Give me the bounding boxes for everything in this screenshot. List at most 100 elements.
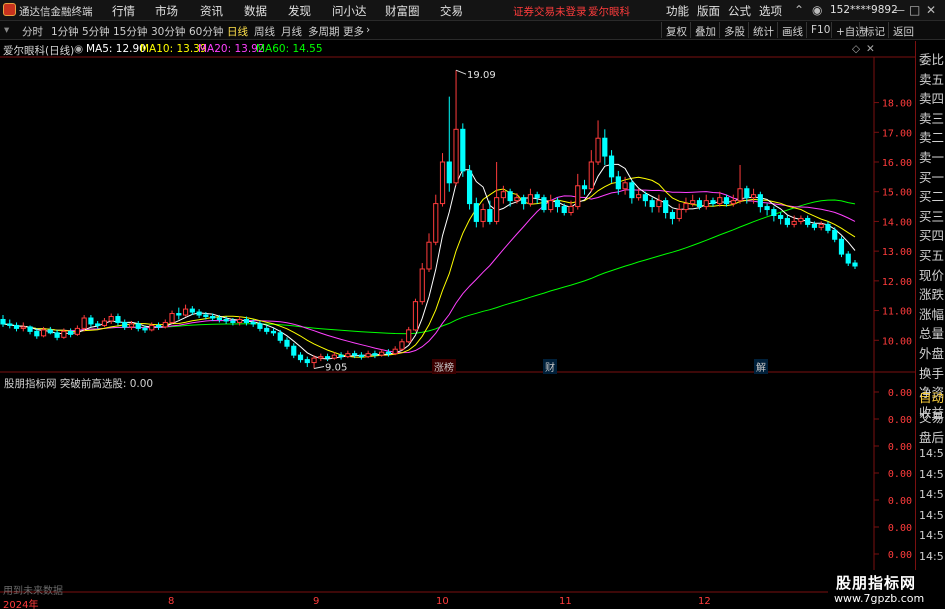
candle[interactable] bbox=[182, 304, 189, 317]
candle[interactable] bbox=[778, 212, 784, 225]
candle[interactable] bbox=[108, 313, 114, 324]
candle[interactable] bbox=[406, 326, 412, 344]
candle[interactable] bbox=[466, 164, 473, 210]
candle[interactable] bbox=[95, 320, 101, 329]
candle[interactable] bbox=[500, 185, 506, 204]
candle[interactable] bbox=[832, 227, 838, 243]
candle[interactable] bbox=[419, 263, 425, 305]
candle[interactable] bbox=[324, 353, 331, 362]
candle[interactable] bbox=[494, 162, 500, 225]
event-marker-jie[interactable]: 解 bbox=[754, 359, 768, 374]
candle[interactable] bbox=[135, 320, 141, 332]
candle[interactable] bbox=[162, 319, 168, 329]
candle[interactable] bbox=[7, 319, 13, 329]
candle[interactable] bbox=[757, 191, 763, 213]
candle[interactable] bbox=[825, 221, 831, 234]
candle[interactable] bbox=[392, 346, 398, 356]
candle[interactable] bbox=[68, 328, 74, 338]
candle[interactable] bbox=[460, 123, 466, 177]
candle[interactable] bbox=[473, 197, 479, 228]
candle[interactable] bbox=[176, 307, 182, 320]
candle[interactable] bbox=[845, 251, 851, 266]
candle[interactable] bbox=[412, 298, 419, 332]
candle[interactable] bbox=[703, 194, 709, 210]
candle[interactable] bbox=[13, 322, 20, 332]
candle[interactable] bbox=[88, 315, 94, 327]
candle[interactable] bbox=[453, 70, 459, 186]
candle[interactable] bbox=[602, 129, 608, 165]
candle[interactable] bbox=[710, 197, 716, 207]
candle[interactable] bbox=[155, 322, 162, 330]
candle[interactable] bbox=[798, 215, 804, 225]
candle[interactable] bbox=[737, 164, 743, 204]
candle[interactable] bbox=[575, 173, 581, 210]
candle[interactable] bbox=[487, 200, 493, 225]
candle[interactable] bbox=[764, 203, 770, 216]
candle[interactable] bbox=[101, 318, 108, 327]
candle[interactable] bbox=[439, 153, 446, 207]
candle[interactable] bbox=[433, 194, 439, 246]
candle[interactable] bbox=[358, 352, 364, 360]
quote-field-label[interactable]: 自动 bbox=[919, 387, 944, 406]
candle[interactable] bbox=[480, 203, 486, 228]
candle[interactable] bbox=[656, 194, 662, 213]
candle[interactable] bbox=[47, 326, 53, 335]
candle[interactable] bbox=[521, 194, 527, 210]
candle[interactable] bbox=[541, 194, 547, 213]
candle[interactable] bbox=[771, 206, 777, 222]
candle[interactable] bbox=[838, 236, 845, 258]
candle[interactable] bbox=[27, 325, 33, 335]
candle[interactable] bbox=[669, 209, 676, 225]
candle[interactable] bbox=[365, 350, 371, 359]
candle[interactable] bbox=[649, 197, 655, 213]
candle[interactable] bbox=[115, 313, 121, 326]
candle[interactable] bbox=[74, 325, 80, 336]
candle[interactable] bbox=[345, 350, 351, 359]
candle[interactable] bbox=[20, 322, 26, 332]
candle[interactable] bbox=[527, 188, 534, 207]
candle[interactable] bbox=[608, 150, 615, 183]
candle-body bbox=[845, 253, 851, 264]
candle[interactable] bbox=[196, 309, 202, 318]
candle[interactable] bbox=[534, 191, 540, 204]
candle-body bbox=[372, 353, 378, 356]
indicator-tick-label: 0.00 bbox=[888, 469, 912, 480]
candle[interactable] bbox=[723, 194, 730, 207]
event-marker-zhangbang[interactable]: 涨榜 bbox=[432, 359, 456, 374]
candle[interactable] bbox=[372, 350, 378, 359]
candle[interactable] bbox=[54, 329, 60, 341]
candle-body bbox=[284, 339, 290, 347]
candle[interactable] bbox=[676, 203, 682, 222]
kline-chart[interactable]: 10.00 11.00 12.00 13.00 14.00 15.00 16.00 17.00… bbox=[0, 0, 945, 609]
candle[interactable] bbox=[304, 356, 310, 368]
candle[interactable] bbox=[784, 215, 790, 228]
candle[interactable] bbox=[291, 343, 297, 359]
candle-body bbox=[460, 128, 466, 172]
candle[interactable] bbox=[717, 191, 723, 207]
candle[interactable] bbox=[122, 319, 128, 330]
candle[interactable] bbox=[446, 96, 452, 192]
candle[interactable] bbox=[852, 260, 858, 269]
candle[interactable] bbox=[338, 352, 344, 360]
candle-body bbox=[385, 351, 392, 355]
candle[interactable] bbox=[0, 315, 6, 327]
candle[interactable] bbox=[548, 194, 554, 213]
candle[interactable] bbox=[169, 310, 175, 324]
candle[interactable] bbox=[805, 215, 811, 228]
candle[interactable] bbox=[663, 197, 669, 219]
candle[interactable] bbox=[588, 150, 594, 192]
candle[interactable] bbox=[581, 179, 588, 195]
candle[interactable] bbox=[629, 179, 635, 204]
date-label: 9 bbox=[313, 596, 320, 607]
candle[interactable] bbox=[426, 233, 432, 272]
candle[interactable] bbox=[318, 353, 324, 362]
candle[interactable] bbox=[284, 337, 290, 350]
candle[interactable] bbox=[595, 120, 601, 165]
candle-body bbox=[811, 223, 818, 228]
candle[interactable] bbox=[297, 352, 304, 363]
candle[interactable] bbox=[270, 328, 277, 336]
candle[interactable] bbox=[264, 325, 270, 335]
candle[interactable] bbox=[683, 197, 689, 213]
event-marker-cai[interactable]: 财 bbox=[543, 359, 557, 374]
candle[interactable] bbox=[399, 338, 405, 351]
